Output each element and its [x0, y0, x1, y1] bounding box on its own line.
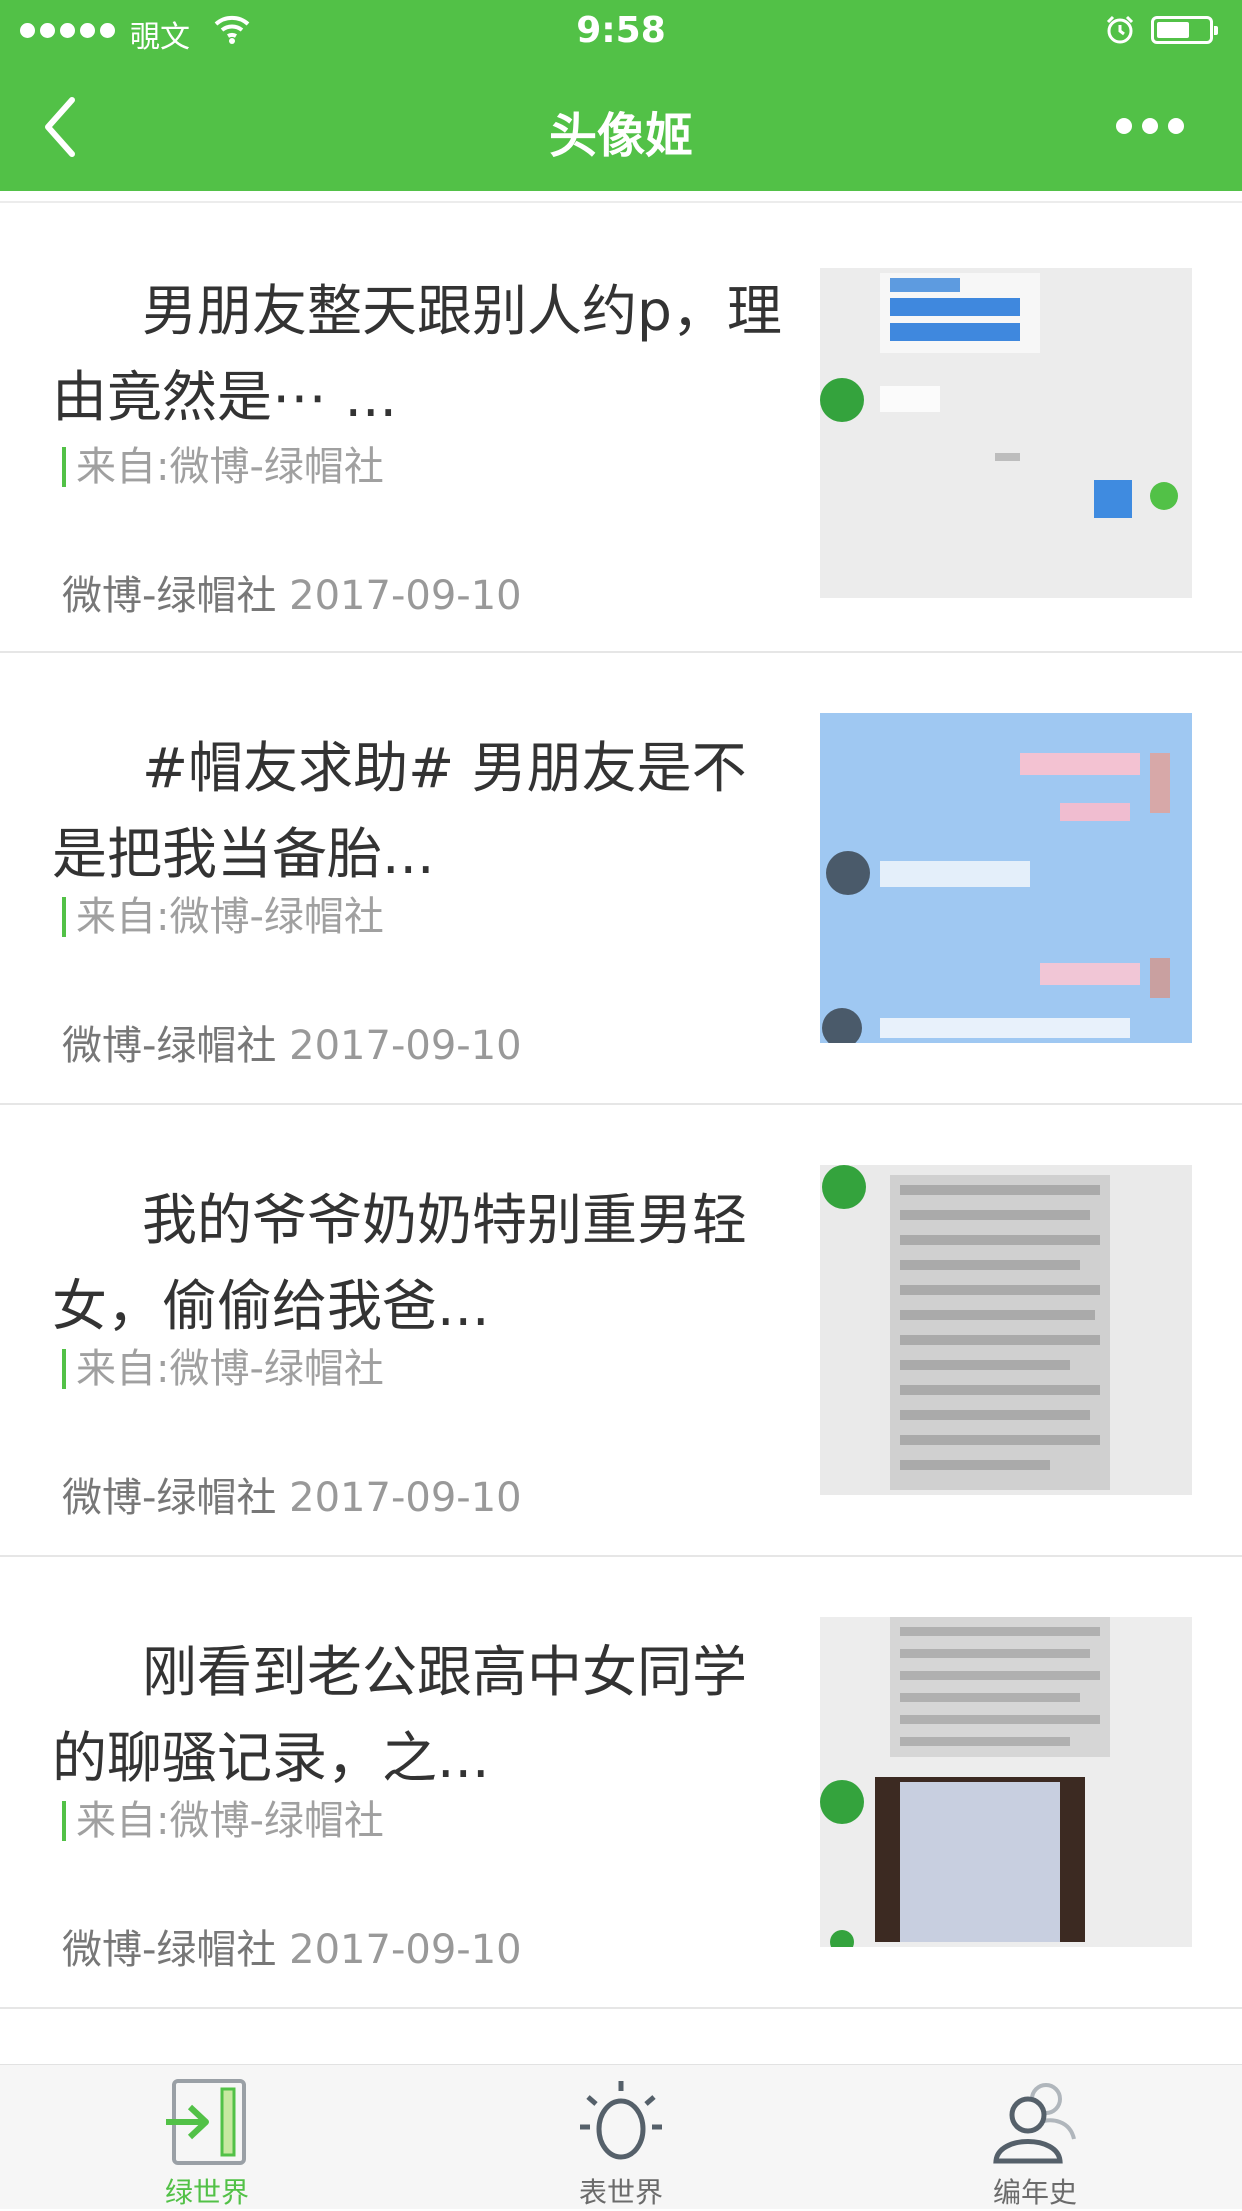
article-title: 刚看到老公跟高中女同学的聊骚记录，之...	[52, 1640, 748, 1790]
tab-bar: 绿世界 表世界 编年史	[0, 2064, 1242, 2209]
article-publisher: 微博-绿帽社	[62, 573, 277, 619]
battery-icon	[1151, 16, 1218, 44]
tab-surface-world[interactable]: 表世界	[414, 2065, 828, 2209]
status-time: 9:58	[576, 10, 666, 51]
tab-label: 表世界	[578, 2176, 663, 2209]
article-source: 来自:微博-绿帽社	[62, 1801, 384, 1841]
article-source: 来自:微博-绿帽社	[62, 1349, 384, 1389]
article-item[interactable]: 刚看到老公跟高中女同学的聊骚记录，之... 来自:微博-绿帽社 微博-绿帽社 2…	[0, 1557, 1242, 2009]
article-meta: 微博-绿帽社 2017-09-10	[62, 1013, 522, 1071]
article-thumbnail	[820, 1165, 1192, 1495]
article-title: 我的爷爷奶奶特别重男轻女，偷偷给我爸...	[52, 1188, 748, 1338]
users-icon	[993, 2083, 1076, 2164]
article-date: 2017-09-10	[289, 1475, 522, 1521]
article-title: 男朋友整天跟别人约p，理由竟然是⋯ ...	[52, 279, 782, 429]
article-thumbnail	[820, 268, 1192, 598]
tab-label: 编年史	[992, 2176, 1077, 2209]
bulb-icon	[580, 2081, 662, 2160]
article-publisher: 微博-绿帽社	[62, 1023, 277, 1069]
alarm-icon	[1106, 15, 1134, 44]
article-item[interactable]: 男朋友整天跟别人约p，理由竟然是⋯ ... 来自:微博-绿帽社 微博-绿帽社 2…	[0, 201, 1242, 653]
article-source: 来自:微博-绿帽社	[62, 897, 384, 937]
tab-green-world[interactable]: 绿世界	[0, 2065, 414, 2209]
article-list: 男朋友整天跟别人约p，理由竟然是⋯ ... 来自:微博-绿帽社 微博-绿帽社 2…	[0, 191, 1242, 2009]
article-meta: 微博-绿帽社 2017-09-10	[62, 1917, 522, 1975]
tab-chronicle[interactable]: 编年史	[828, 2065, 1242, 2209]
article-meta: 微博-绿帽社 2017-09-10	[62, 563, 522, 621]
article-date: 2017-09-10	[289, 1927, 522, 1973]
page-title: 头像姬	[548, 108, 693, 164]
status-bar: 覗文 9:58	[0, 0, 1242, 62]
top-bar: 覗文 9:58 头像姬	[0, 0, 1242, 191]
article-thumbnail	[820, 713, 1192, 1043]
tab-label: 绿世界	[164, 2176, 249, 2209]
article-date: 2017-09-10	[289, 1023, 522, 1069]
article-item[interactable]: #帽友求助# 男朋友是不是把我当备胎... 来自:微博-绿帽社 微博-绿帽社 2…	[0, 653, 1242, 1105]
article-meta: 微博-绿帽社 2017-09-10	[62, 1465, 522, 1523]
article-publisher: 微博-绿帽社	[62, 1475, 277, 1521]
enter-icon	[166, 2079, 246, 2165]
article-date: 2017-09-10	[289, 573, 522, 619]
article-title: #帽友求助# 男朋友是不是把我当备胎...	[52, 736, 747, 886]
article-thumbnail	[820, 1617, 1192, 1947]
article-publisher: 微博-绿帽社	[62, 1927, 277, 1973]
more-button[interactable]	[1116, 105, 1196, 147]
article-item[interactable]: 我的爷爷奶奶特别重男轻女，偷偷给我爸... 来自:微博-绿帽社 微博-绿帽社 2…	[0, 1105, 1242, 1557]
article-source: 来自:微博-绿帽社	[62, 447, 384, 487]
